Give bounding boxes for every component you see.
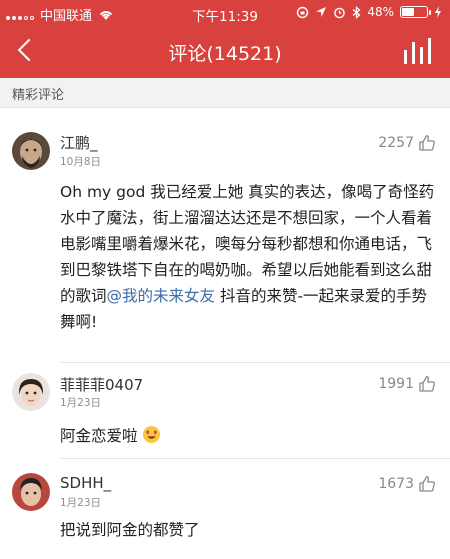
section-header: 精彩评论 [0,78,450,108]
comment-item: SDHH_ 1月23日 1673 把说到阿金的都赞了 [0,459,450,559]
section-title: 精彩评论 [12,88,65,103]
heart-eyes-emoji-icon [143,425,161,444]
battery-level [402,8,414,16]
comment-author[interactable]: SDHH_ [60,474,111,492]
comment-date: 1月23日 [60,497,102,509]
like-button[interactable]: 1673 [378,475,436,493]
like-button[interactable]: 1991 [378,375,436,393]
comment-author[interactable]: 江鹏_ [60,132,98,153]
alarm-icon [334,7,346,18]
like-button[interactable]: 2257 [378,134,436,152]
avatar[interactable] [12,132,50,170]
avatar[interactable] [12,373,50,411]
chart-bars-button[interactable] [404,38,432,64]
nav-bar: 评论(14521) [0,26,450,78]
like-count: 1991 [378,376,414,392]
comment-item: 菲菲菲0407 1月23日 1991 阿金恋爱啦 [0,363,450,459]
comment-text: 阿金恋爱啦 [60,423,440,449]
comment-author[interactable]: 菲菲菲0407 [60,374,143,395]
battery-percent: 48% [367,5,394,19]
header-bar: 中国联通 下午11:39 48% 评论(14521) [0,0,450,78]
bluetooth-icon [352,5,361,19]
battery-icon [400,6,431,18]
comment-text: Oh my god 我已经爱上她 真实的表达，像喝了奇怪药水中了魔法，街上溜溜达… [60,183,435,331]
thumbs-up-icon [419,135,435,151]
thumbs-up-icon [419,376,435,392]
thumbs-up-icon [419,476,435,492]
location-arrow-icon [316,7,327,17]
like-count: 1673 [378,476,414,492]
avatar[interactable] [12,473,50,511]
comment-item: 江鹏_ 10月8日 2257 Oh my god 我已经爱上她 真实的表达，像喝… [0,108,450,363]
page-title: 评论(14521) [168,43,282,65]
status-bar: 中国联通 下午11:39 48% [0,0,450,26]
mention-link[interactable]: @我的未来女友 [107,287,216,305]
comment-date: 1月23日 [60,397,102,409]
charging-bolt-icon [435,6,441,18]
like-count: 2257 [378,135,414,151]
comment-text: 把说到阿金的都赞了 [60,521,200,539]
orientation-lock-icon [297,6,309,18]
comment-date: 10月8日 [60,156,102,168]
